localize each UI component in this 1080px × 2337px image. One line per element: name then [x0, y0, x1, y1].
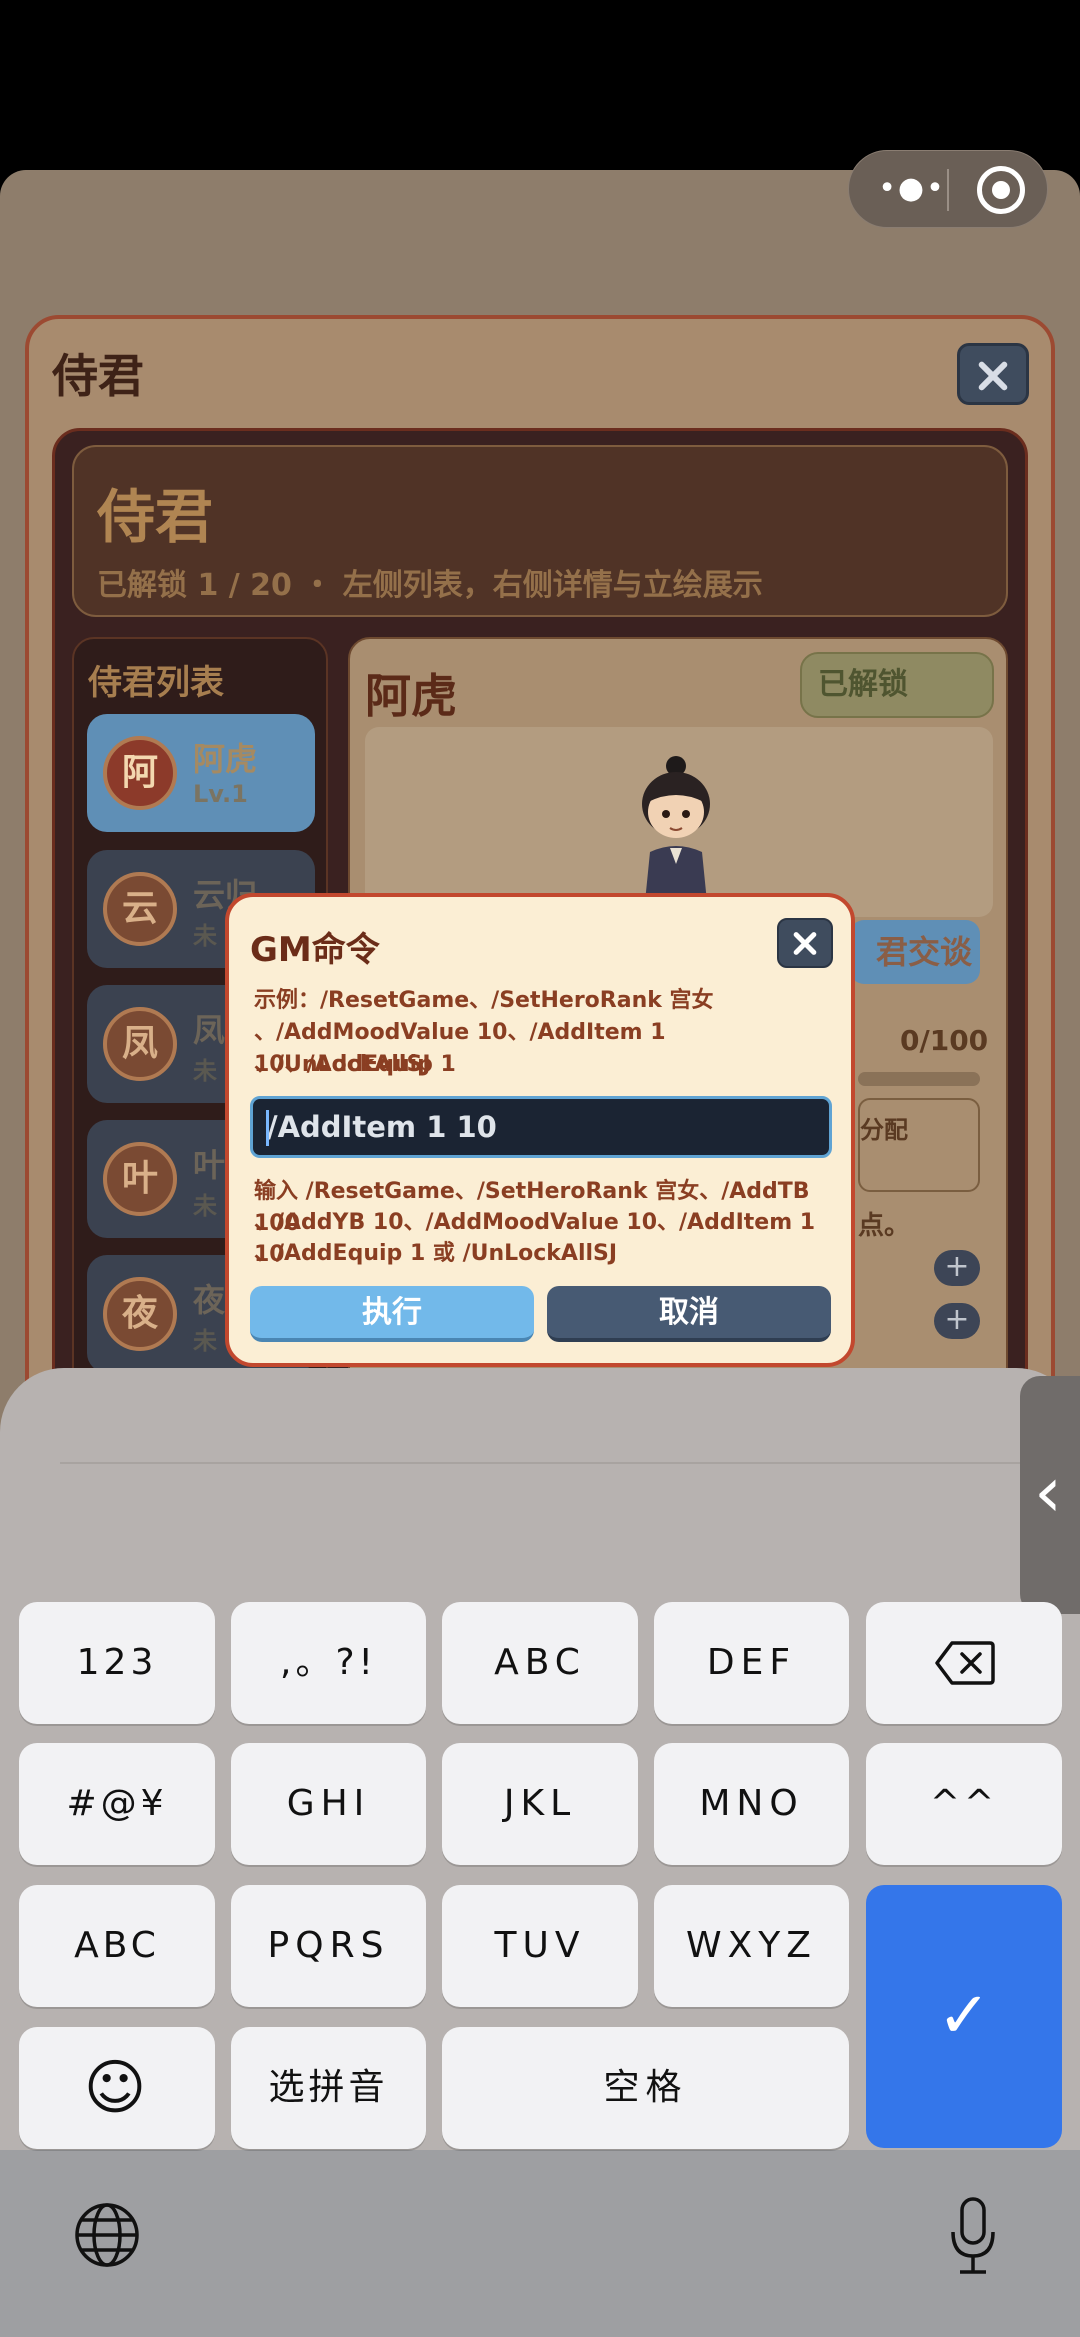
key-english-switch[interactable]: ABC [19, 1885, 215, 2007]
more-dots-icon[interactable]: •●• [877, 167, 947, 211]
key-mno[interactable]: MNO [654, 1743, 849, 1865]
key-123[interactable]: 123 [19, 1602, 215, 1724]
emoji-key[interactable]: ☺ [19, 2027, 215, 2149]
mood-value: 0/100 [900, 1024, 989, 1057]
backspace-icon [935, 1641, 995, 1685]
hero-portrait-image [642, 756, 710, 912]
mood-progress-bar [858, 1072, 980, 1086]
text-cursor [266, 1110, 269, 1146]
key-select-pinyin[interactable]: 选拼音 [231, 2027, 426, 2149]
keyboard-bottom-bar [0, 2150, 1080, 2337]
globe-icon[interactable] [74, 2202, 140, 2268]
gm-dialog-close-button[interactable] [777, 918, 833, 968]
key-punctuation[interactable]: ,。?! [231, 1602, 426, 1724]
header-title: 侍君 [97, 483, 214, 551]
point-text: 点。 [858, 1211, 911, 1241]
list-item-level: Lv.1 [193, 780, 248, 808]
key-ghi[interactable]: GHI [231, 1743, 426, 1865]
execute-button[interactable]: 执行 [250, 1286, 534, 1342]
target-circle-icon[interactable] [977, 166, 1025, 214]
allot-box: 分配 [858, 1098, 980, 1192]
key-tuv[interactable]: TUV [442, 1885, 638, 2007]
gm-example-line: 、/UnLockAllSJ [254, 1052, 431, 1077]
space-key[interactable]: 空格 [442, 2027, 849, 2149]
chevron-left-icon: ‹ [1034, 1451, 1062, 1533]
allot-label: 分配 [860, 1116, 908, 1144]
key-pqrs[interactable]: PQRS [231, 1885, 426, 2007]
list-item-level: 未 [193, 1327, 217, 1355]
confirm-key[interactable]: ✓ [866, 1885, 1062, 2148]
gm-dialog-title: GM命令 [250, 930, 380, 970]
talk-button[interactable]: 君交谈 [850, 920, 980, 984]
key-abc[interactable]: ABC [442, 1602, 638, 1724]
key-symbols[interactable]: #@¥ [19, 1743, 215, 1865]
emoji-icon: ☺ [83, 2053, 151, 2123]
checkmark-icon: ✓ [937, 1979, 991, 2053]
capsule-menu: •●• [848, 150, 1048, 228]
list-item[interactable]: 阿 阿虎 Lv.1 [87, 714, 315, 832]
list-item-name: 阿虎 [193, 740, 258, 778]
list-item-level: 未 [193, 1057, 217, 1085]
avatar: 凤 [103, 1007, 177, 1081]
avatar: 叶 [103, 1142, 177, 1216]
candidate-divider [60, 1462, 1020, 1464]
list-item-name: 叶 [193, 1146, 226, 1184]
list-item-name: 夜 [193, 1281, 226, 1319]
keyboard-side-tab[interactable]: ‹ [1020, 1376, 1080, 1614]
list-item-level: 未 [193, 922, 217, 950]
plus-icon[interactable]: + [934, 1303, 980, 1339]
cancel-button[interactable]: 取消 [547, 1286, 831, 1342]
key-jkl[interactable]: JKL [442, 1743, 638, 1865]
panel-close-button[interactable] [957, 343, 1029, 405]
avatar: 阿 [103, 736, 177, 810]
panel-title: 侍君 [52, 349, 144, 403]
key-wxyz[interactable]: WXYZ [654, 1885, 849, 2007]
list-item-name: 凤 [193, 1011, 226, 1049]
list-title: 侍君列表 [88, 663, 224, 703]
list-item-level: 未 [193, 1192, 217, 1220]
avatar: 夜 [103, 1277, 177, 1351]
detail-name: 阿虎 [365, 669, 457, 723]
key-def[interactable]: DEF [654, 1602, 849, 1724]
unlocked-badge: 已解锁 [800, 652, 994, 718]
avatar: 云 [103, 872, 177, 946]
gm-command-input[interactable] [250, 1096, 832, 1158]
gm-help-line: 、/AddEquip 1 或 /UnLockAllSJ [254, 1241, 618, 1266]
plus-icon[interactable]: + [934, 1250, 980, 1286]
header-subtitle: 已解锁 1 / 20 ・ 左侧列表，右侧详情与立绘展示 [97, 568, 763, 603]
key-kaomoji[interactable]: ^^ [866, 1743, 1062, 1865]
capsule-divider [947, 169, 949, 211]
backspace-key[interactable] [866, 1602, 1062, 1724]
microphone-icon[interactable] [948, 2196, 998, 2276]
gm-example-line: 示例：/ResetGame、/SetHeroRank 宫女 [254, 988, 714, 1013]
